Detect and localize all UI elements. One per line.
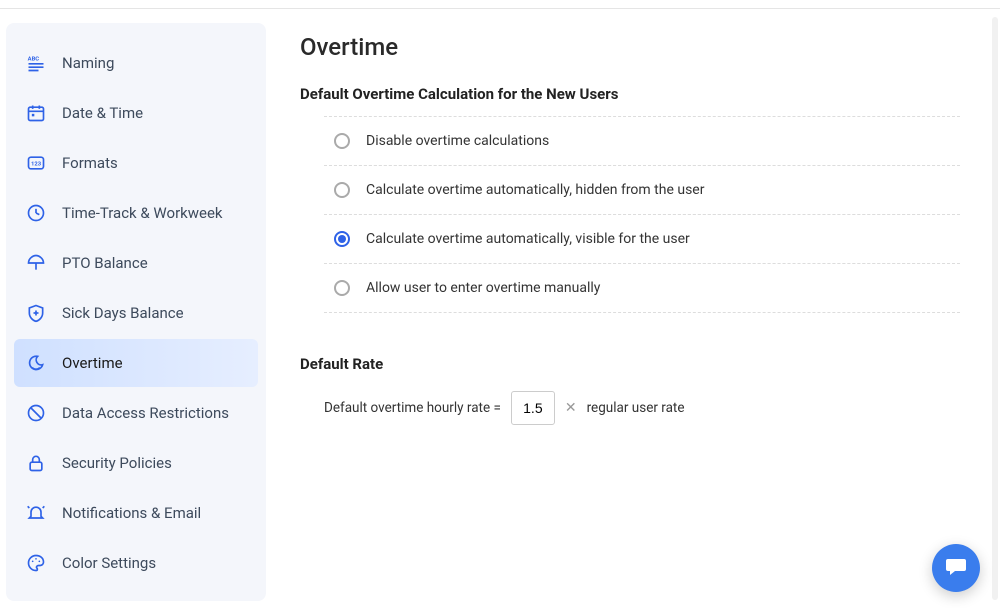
radio-icon[interactable]: [334, 231, 350, 247]
sidebar-item-label: Naming: [62, 54, 114, 72]
radio-icon[interactable]: [334, 133, 350, 149]
number-box-icon: 123: [26, 153, 46, 173]
radio-label: Allow user to enter overtime manually: [366, 280, 600, 296]
overtime-calc-options: Disable overtime calculations Calculate …: [324, 116, 960, 313]
rate-input[interactable]: [511, 391, 555, 425]
radio-option-disable[interactable]: Disable overtime calculations: [324, 116, 960, 166]
main-content: Overtime Default Overtime Calculation fo…: [266, 9, 1000, 608]
radio-option-auto-hidden[interactable]: Calculate overtime automatically, hidden…: [324, 165, 960, 215]
sidebar-item-label: Color Settings: [62, 554, 156, 572]
sidebar-item-color[interactable]: Color Settings: [14, 539, 258, 587]
sidebar-item-label: PTO Balance: [62, 254, 148, 272]
palette-icon: [26, 553, 46, 573]
radio-option-auto-visible[interactable]: Calculate overtime automatically, visibl…: [324, 214, 960, 264]
sidebar-item-pto[interactable]: PTO Balance: [14, 239, 258, 287]
svg-text:123: 123: [31, 162, 42, 168]
settings-sidebar: ABC Naming Date & Time 123: [6, 23, 266, 601]
radio-icon[interactable]: [334, 280, 350, 296]
bell-icon: [26, 503, 46, 523]
radio-label: Disable overtime calculations: [366, 133, 549, 149]
radio-icon[interactable]: [334, 182, 350, 198]
abc-list-icon: ABC: [26, 53, 46, 73]
sidebar-item-date-time[interactable]: Date & Time: [14, 89, 258, 137]
radio-label: Calculate overtime automatically, hidden…: [366, 182, 704, 198]
sidebar-item-time-track[interactable]: Time-Track & Workweek: [14, 189, 258, 237]
sidebar-item-security[interactable]: Security Policies: [14, 439, 258, 487]
sidebar-item-label: Date & Time: [62, 104, 143, 122]
rate-prefix-label: Default overtime hourly rate =: [324, 400, 501, 416]
default-rate-row: Default overtime hourly rate = ✕ regular…: [324, 391, 960, 425]
sidebar-item-overtime[interactable]: Overtime: [14, 339, 258, 387]
overtime-calc-heading: Default Overtime Calculation for the New…: [300, 85, 960, 103]
shield-plus-icon: [26, 303, 46, 323]
page-title: Overtime: [300, 33, 960, 61]
sidebar-item-label: Security Policies: [62, 454, 172, 472]
moon-icon: [26, 353, 46, 373]
prohibited-icon: [26, 403, 46, 423]
chat-button[interactable]: [932, 544, 980, 592]
sidebar-item-notifications[interactable]: Notifications & Email: [14, 489, 258, 537]
radio-option-manual[interactable]: Allow user to enter overtime manually: [324, 263, 960, 313]
radio-label: Calculate overtime automatically, visibl…: [366, 231, 690, 247]
app-layout: ABC Naming Date & Time 123: [0, 8, 1000, 608]
sidebar-item-naming[interactable]: ABC Naming: [14, 39, 258, 87]
sidebar-item-label: Overtime: [62, 354, 123, 372]
sidebar-item-label: Formats: [62, 154, 118, 172]
chat-icon: [944, 554, 968, 582]
sidebar-item-label: Notifications & Email: [62, 504, 201, 522]
sidebar-item-label: Sick Days Balance: [62, 304, 184, 322]
lock-icon: [26, 453, 46, 473]
multiply-icon: ✕: [565, 400, 577, 416]
sidebar-item-sick-days[interactable]: Sick Days Balance: [14, 289, 258, 337]
sidebar-item-label: Time-Track & Workweek: [62, 204, 223, 222]
sidebar-item-formats[interactable]: 123 Formats: [14, 139, 258, 187]
default-rate-heading: Default Rate: [300, 355, 960, 373]
clock-icon: [26, 203, 46, 223]
scrollbar[interactable]: [992, 17, 998, 600]
svg-text:ABC: ABC: [28, 57, 40, 63]
rate-suffix-label: regular user rate: [587, 400, 685, 416]
umbrella-icon: [26, 253, 46, 273]
sidebar-item-data-access[interactable]: Data Access Restrictions: [14, 389, 258, 437]
calendar-icon: [26, 103, 46, 123]
sidebar-item-label: Data Access Restrictions: [62, 404, 229, 422]
